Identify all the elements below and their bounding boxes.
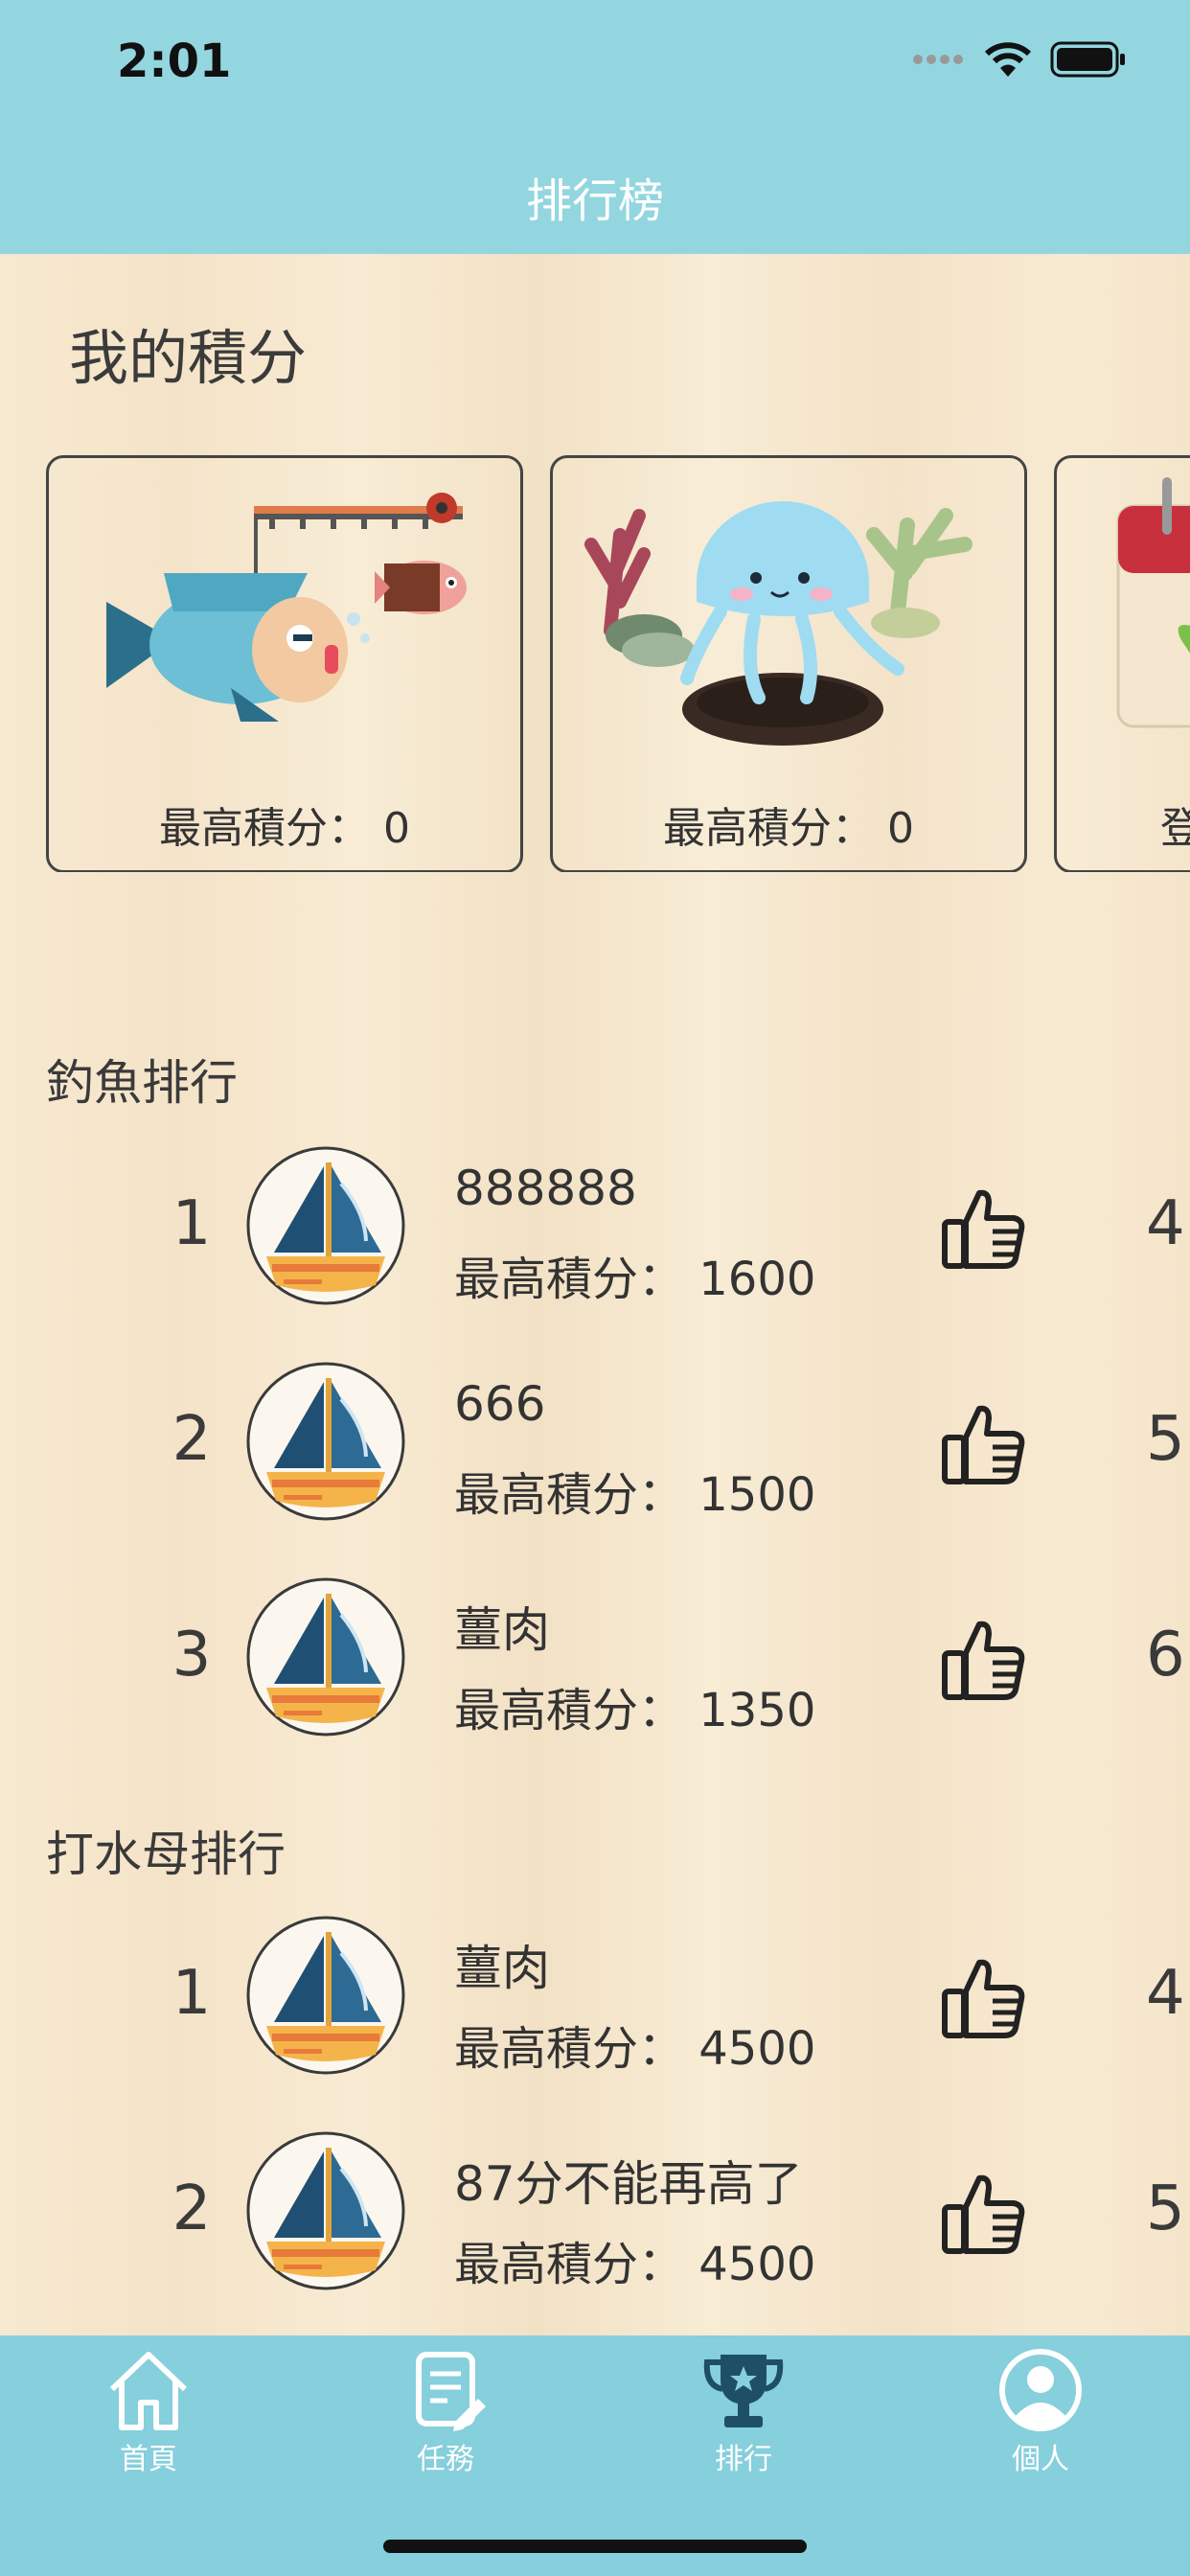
player-best-score: 最高積分： 4500 — [454, 2022, 816, 2076]
jellyfish-rank-row: 2 87分不能再高了 最高積分： 4500 5 — [0, 2130, 1190, 2293]
thumbs-up-icon[interactable] — [937, 1613, 1029, 1705]
battery-icon — [1050, 41, 1125, 78]
fishing-ranking-title: 釣魚排行 — [46, 1055, 238, 1111]
tab-home-label: 首頁 — [120, 2443, 177, 2476]
rank-number: 2 — [172, 1404, 212, 1475]
rank-number: 1 — [172, 1188, 212, 1259]
like-count: 5 — [1146, 2174, 1185, 2244]
rank-number: 1 — [172, 1958, 212, 2029]
ranking-content[interactable]: 我的積分 最高積分： 0 最高積分： 0 釣魚排行 1 888888 最高積分：… — [0, 254, 1190, 2335]
sailboat-avatar — [246, 1916, 405, 2075]
fishing-best-score: 最高積分： 0 — [159, 804, 410, 853]
tab-tasks[interactable]: 任務 — [350, 2347, 541, 2491]
thumbs-up-icon[interactable] — [937, 1397, 1029, 1489]
tab-profile-label: 個人 — [1012, 2443, 1069, 2476]
sailboat-avatar — [246, 1146, 405, 1305]
player-best-score: 最高積分： 1600 — [454, 1253, 816, 1306]
tab-ranking[interactable]: 排行 — [648, 2347, 839, 2491]
rank-number: 3 — [172, 1620, 212, 1690]
trophy-icon — [703, 2355, 784, 2427]
home-icon — [109, 2352, 188, 2430]
sailboat-avatar — [246, 2131, 405, 2290]
tab-ranking-label: 排行 — [715, 2443, 772, 2476]
tab-home[interactable]: 首頁 — [53, 2347, 244, 2491]
jellyfish-score-card[interactable]: 最高積分： 0 — [550, 455, 1027, 872]
player-name: 87分不能再高了 — [454, 2156, 803, 2212]
my-score-title: 我的積分 — [69, 323, 308, 393]
sailboat-avatar — [246, 1362, 405, 1521]
wifi-icon — [984, 42, 1032, 77]
nav-bar: 排行榜 — [0, 125, 1190, 254]
home-indicator[interactable] — [383, 2540, 807, 2553]
like-count: 6 — [1146, 1620, 1185, 1690]
thumbs-up-icon[interactable] — [937, 1182, 1029, 1274]
fishing-rank-row: 1 888888 最高積分： 1600 4 — [0, 1145, 1190, 1308]
sailboat-avatar — [246, 1577, 405, 1736]
fishing-game-illustration — [106, 493, 467, 722]
signin-best-score: 登 — [1160, 794, 1190, 855]
page-title: 排行榜 — [525, 174, 664, 228]
like-count: 4 — [1146, 1958, 1185, 2029]
player-name: 888888 — [454, 1161, 637, 1216]
jellyfish-rank-row: 1 薑肉 最高積分： 4500 4 — [0, 1915, 1190, 2078]
like-count: 5 — [1146, 1404, 1185, 1475]
signal-icon — [913, 55, 963, 64]
my-score-cards[interactable]: 最高積分： 0 最高積分： 0 — [46, 455, 1190, 872]
rank-number: 2 — [172, 2174, 212, 2244]
person-icon — [999, 2349, 1082, 2431]
signin-score-card[interactable]: 登 — [1054, 455, 1190, 872]
status-time: 2:01 — [117, 34, 232, 88]
player-best-score: 最高積分： 1350 — [454, 1684, 816, 1737]
jellyfish-best-score: 最高積分： 0 — [663, 804, 914, 853]
jellyfish-ranking-title: 打水母排行 — [46, 1827, 286, 1882]
fishing-score-card[interactable]: 最高積分： 0 — [46, 455, 523, 872]
player-best-score: 最高積分： 1500 — [454, 1468, 816, 1522]
player-best-score: 最高積分： 4500 — [454, 2238, 816, 2291]
tab-profile[interactable]: 個人 — [945, 2347, 1136, 2491]
fishing-rank-row: 3 薑肉 最高積分： 1350 6 — [0, 1576, 1190, 1739]
jellyfish-game-illustration — [584, 501, 973, 746]
thumbs-up-icon[interactable] — [937, 1951, 1029, 2043]
tab-tasks-label: 任務 — [417, 2443, 474, 2476]
thumbs-up-icon[interactable] — [937, 2167, 1029, 2259]
player-name: 666 — [454, 1376, 546, 1432]
status-icons — [912, 40, 1127, 79]
player-name: 薑肉 — [454, 1941, 550, 1996]
player-name: 薑肉 — [454, 1602, 550, 1658]
status-bar: 2:01 — [0, 0, 1190, 125]
task-icon — [416, 2352, 486, 2431]
calendar-illustration — [1116, 477, 1190, 728]
fishing-rank-row: 2 666 最高積分： 1500 5 — [0, 1361, 1190, 1524]
like-count: 4 — [1146, 1188, 1185, 1259]
